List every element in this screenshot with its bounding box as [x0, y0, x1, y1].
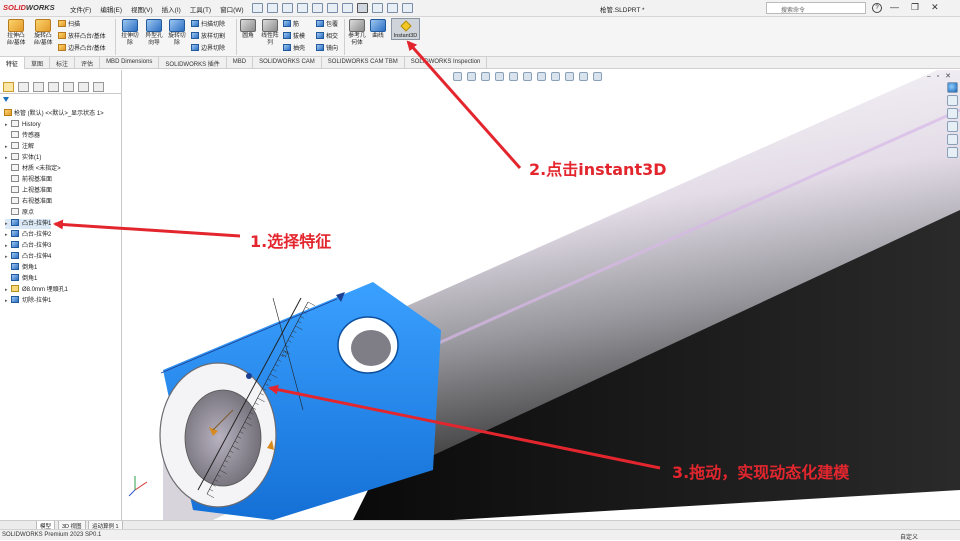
annotation-step1: 1.选择特征 [250, 232, 332, 251]
annotation-step2: 2.点击instant3D [529, 160, 667, 179]
status-bar: SOLIDWORKS Premium 2023 SP0.1 自定义 [0, 529, 960, 541]
annotation-arrow-1 [53, 219, 241, 238]
annotation-arrow-3 [268, 384, 661, 470]
model-view-tabs: 模型 3D 视图 运动算例 1 [0, 520, 960, 532]
annotation-arrow-2 [406, 40, 522, 169]
annotation-step3: 3.拖动，实现动态化建模 [672, 463, 850, 482]
status-version: SOLIDWORKS Premium 2023 SP0.1 [2, 532, 102, 538]
